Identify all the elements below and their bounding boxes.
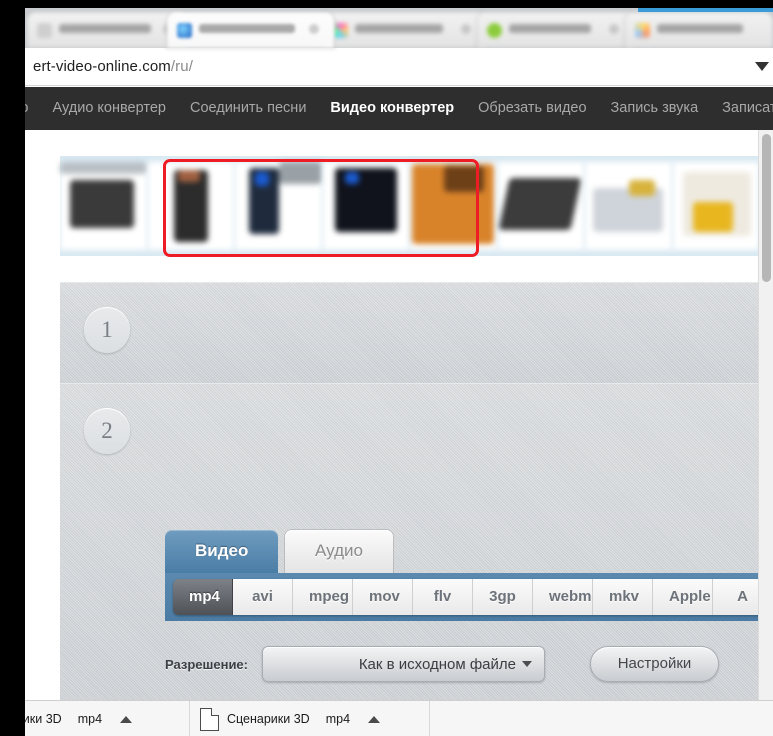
carousel-thumbnail[interactable]	[497, 162, 584, 250]
tab-title	[355, 24, 443, 33]
thumb-blob	[177, 170, 200, 182]
browser-tab-1[interactable]	[27, 12, 187, 48]
browser-tab-3[interactable]	[323, 12, 486, 48]
step-1-panel: 1 Открыть файл или Google Drive	[60, 282, 773, 521]
tab-title	[509, 24, 591, 33]
thumb-blob	[692, 202, 733, 232]
thumb-blob	[279, 162, 322, 184]
thumb-blob	[344, 172, 359, 184]
chevron-up-icon[interactable]	[368, 715, 381, 723]
thumb-blob	[444, 166, 484, 192]
format-3gp[interactable]: 3gp	[473, 579, 533, 615]
carousel-thumbnail[interactable]	[235, 162, 322, 250]
format-webm[interactable]: webm	[533, 579, 593, 615]
site-navigation: er Pro Аудио конвертер Соединить песни В…	[25, 87, 773, 130]
page-content: 1 Открыть файл или Google Drive	[25, 130, 773, 700]
format-mpeg[interactable]: mpeg	[293, 579, 353, 615]
active-tab-indicator	[638, 8, 773, 12]
format-mp4[interactable]: mp4	[173, 579, 233, 615]
close-icon[interactable]	[309, 24, 319, 34]
file-icon	[200, 707, 219, 731]
chevron-down-icon	[522, 661, 532, 667]
url-domain: ert-video-online.com	[33, 58, 171, 75]
carousel-thumbnail[interactable]	[147, 162, 234, 250]
format-mov[interactable]: mov	[353, 579, 413, 615]
resolution-label: Разрешение:	[165, 656, 248, 672]
tab-favicon	[487, 23, 502, 38]
download-file-name: нарики 3D	[25, 712, 62, 726]
resolution-select[interactable]: Как в исходном файле	[262, 646, 545, 682]
browser-tab-5[interactable]	[625, 12, 773, 48]
browser-tab-4[interactable]	[477, 12, 635, 48]
resolution-row: Разрешение: Как в исходном файле Настрой…	[165, 646, 765, 682]
tab-favicon	[333, 23, 348, 38]
vertical-scrollbar[interactable]	[758, 130, 773, 700]
tab-favicon	[635, 23, 650, 38]
url-path: /ru/	[170, 58, 193, 75]
format-flv[interactable]: flv	[413, 579, 473, 615]
thumb-blob	[255, 172, 269, 186]
carousel-thumbnail[interactable]	[672, 162, 759, 250]
browser-window: ert-video-online.com/ru/ er Pro Аудио ко…	[25, 8, 773, 700]
dropdown-arrow-icon[interactable]	[755, 62, 769, 71]
scrollbar-thumb[interactable]	[762, 134, 771, 282]
download-file-ext: mp4	[77, 712, 103, 726]
close-icon[interactable]	[461, 24, 471, 34]
nav-item-record-sound[interactable]: Запись звука	[599, 87, 711, 130]
chevron-up-icon[interactable]	[120, 715, 133, 723]
tab-title	[59, 24, 151, 33]
screenshot-frame: ert-video-online.com/ru/ er Pro Аудио ко…	[0, 0, 773, 736]
step-1-number: 1	[84, 307, 130, 353]
download-shelf: нарики 3D mp4 Сценарики 3D mp4	[25, 700, 773, 736]
download-file-name: Сценарики 3D	[227, 712, 310, 726]
tab-title	[657, 24, 743, 33]
browser-tab-strip	[25, 8, 773, 48]
thumb-blob	[334, 168, 397, 232]
step-2-panel: 2 Видео Аудио mp4 avi mpeg mov flv 3gp w…	[60, 383, 773, 700]
settings-button[interactable]: Настройки	[590, 646, 719, 682]
nav-item-trim-video[interactable]: Обрезать видео	[466, 87, 598, 130]
thumb-blob	[629, 180, 655, 196]
carousel-thumbnail[interactable]	[322, 162, 409, 250]
thumb-blob	[497, 178, 582, 230]
thumb-blob	[60, 162, 147, 174]
tab-video[interactable]: Видео	[165, 530, 279, 573]
tab-audio[interactable]: Аудио	[285, 530, 393, 573]
format-apple[interactable]: Apple	[653, 579, 713, 615]
nav-item-join-songs[interactable]: Соединить песни	[178, 87, 318, 130]
download-file-ext: mp4	[325, 712, 351, 726]
close-icon[interactable]	[609, 24, 619, 34]
nav-item-audio-converter[interactable]: Аудио конвертер	[41, 87, 178, 130]
step-2-number: 2	[84, 408, 130, 454]
nav-item-er-pro[interactable]: er Pro	[25, 87, 41, 130]
carousel-thumbnail[interactable]	[60, 162, 147, 250]
carousel-thumbnail[interactable]	[410, 162, 497, 250]
format-avi[interactable]: avi	[233, 579, 293, 615]
thumbnail-carousel[interactable]	[60, 156, 760, 256]
url-text: ert-video-online.com/ru/	[33, 58, 193, 75]
tab-favicon	[37, 23, 52, 38]
carousel-thumbnail[interactable]	[585, 162, 672, 250]
thumb-blob	[70, 180, 134, 228]
browser-tab-2[interactable]	[167, 12, 334, 48]
address-bar[interactable]: ert-video-online.com/ru/	[25, 48, 773, 86]
tab-title	[199, 24, 295, 33]
download-item[interactable]: Сценарики 3D mp4	[190, 701, 430, 736]
tab-favicon	[177, 23, 192, 38]
format-mkv[interactable]: mkv	[593, 579, 653, 615]
nav-item-record-video[interactable]: Записать видео	[710, 87, 773, 130]
resolution-value: Как в исходном файле	[358, 655, 516, 673]
download-item[interactable]: нарики 3D mp4	[25, 701, 190, 736]
format-bar: mp4 avi mpeg mov flv 3gp webm mkv Apple …	[165, 573, 773, 621]
nav-item-video-converter[interactable]: Видео конвертер	[318, 87, 466, 130]
